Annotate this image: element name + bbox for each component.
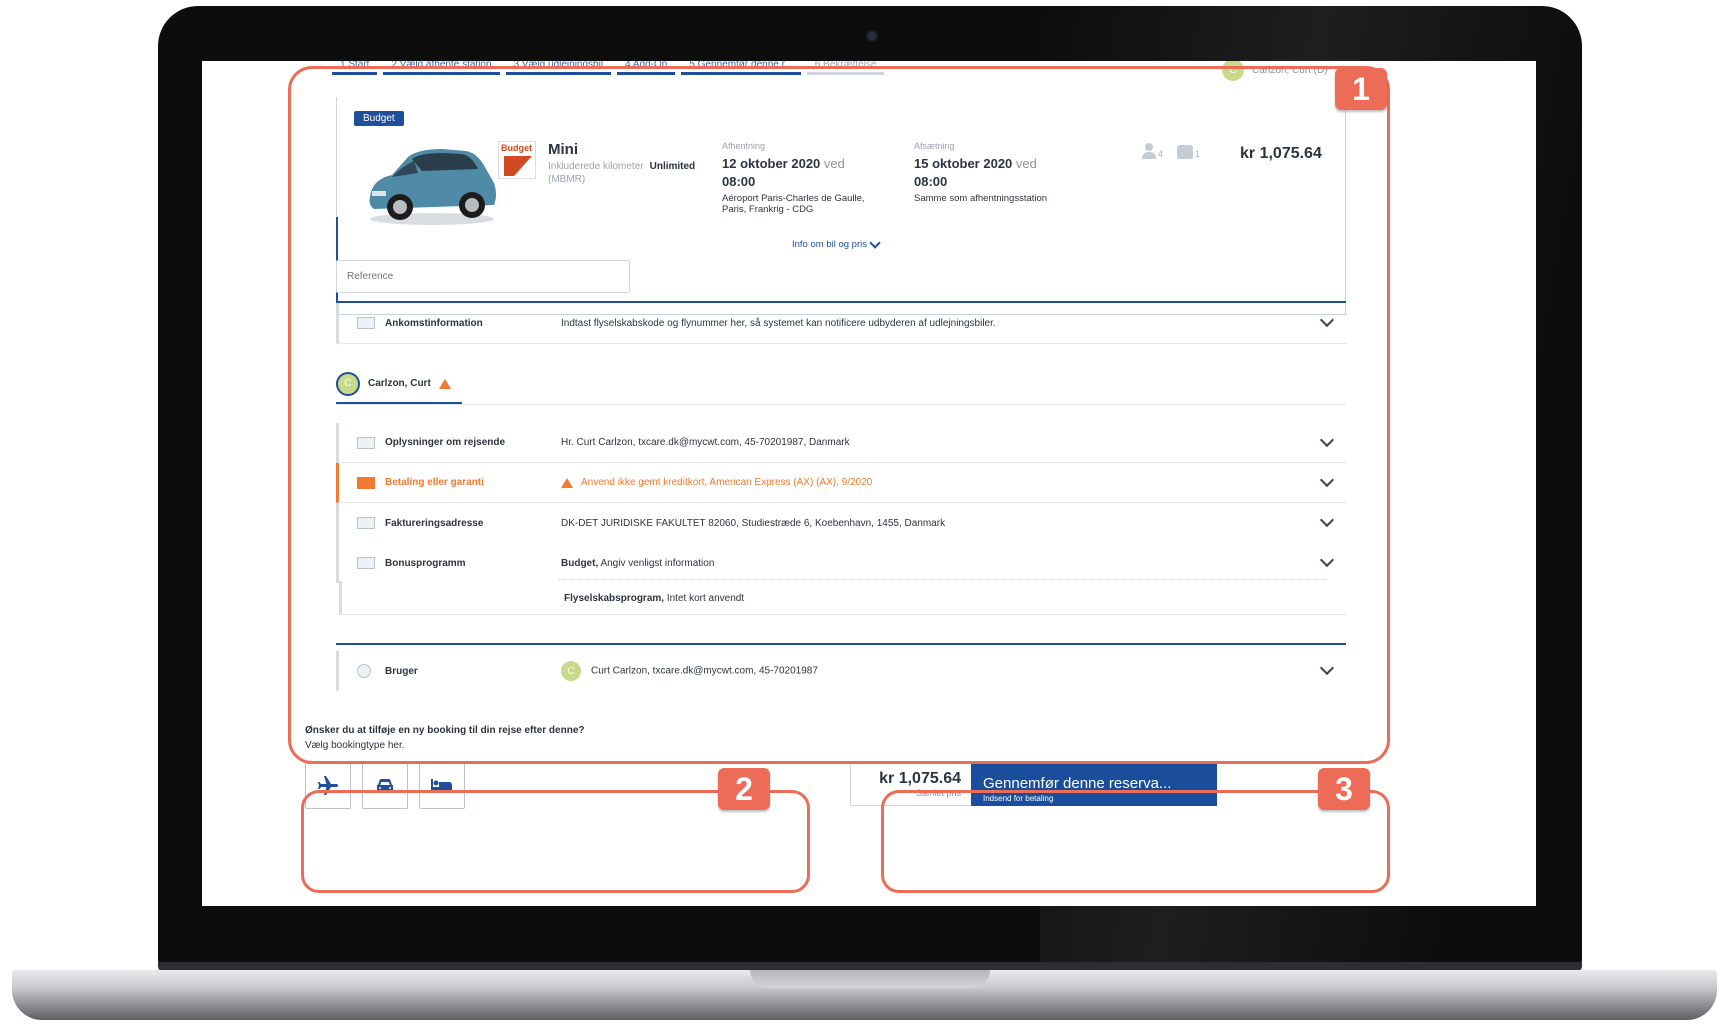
callout-number-1: 1	[1335, 68, 1387, 110]
submit-label: Gennemfør denne reserva...	[983, 774, 1172, 792]
laptop-notch	[750, 970, 990, 988]
total-price: kr 1,075.64	[879, 770, 961, 787]
callout-frame-3	[881, 790, 1390, 893]
callout-frame-1	[288, 66, 1390, 764]
callout-number-2: 2	[718, 768, 770, 810]
camera-icon	[866, 30, 878, 42]
callout-number-3: 3	[1318, 768, 1370, 810]
laptop-mockup: 1 Start 2 Vælg afhente station 3 Vælg ud…	[0, 0, 1729, 1028]
